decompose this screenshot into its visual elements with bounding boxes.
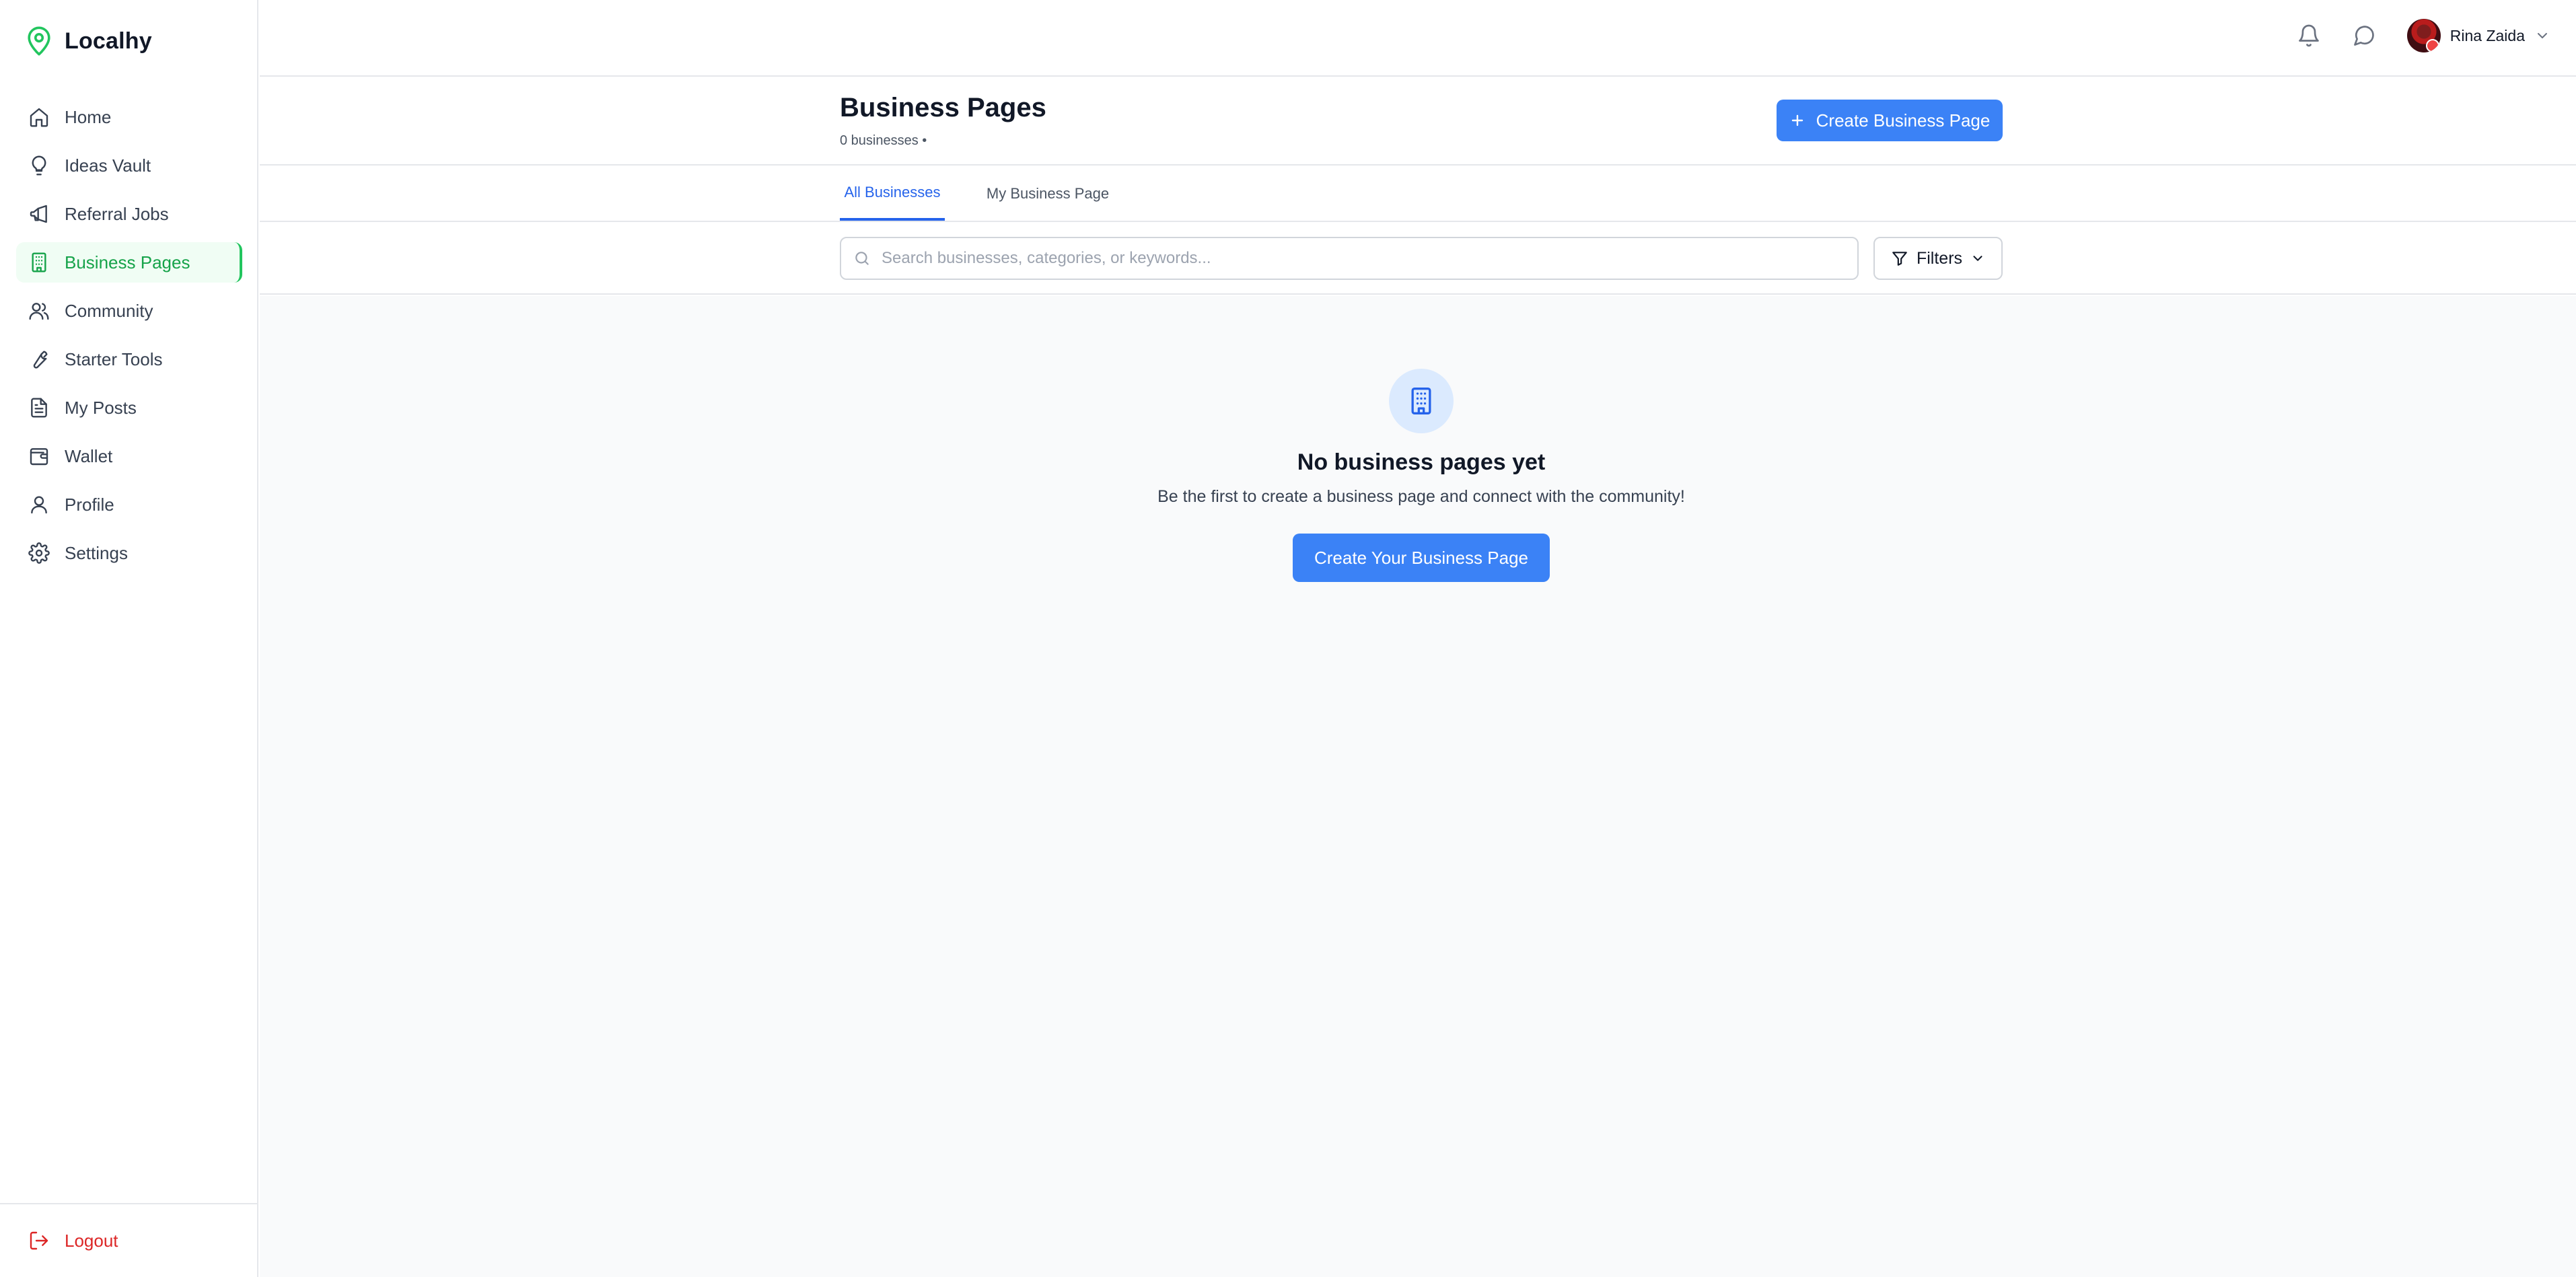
search-input[interactable] [882,240,1857,277]
map-pin-icon [26,26,52,57]
users-icon [28,300,50,322]
logout-icon [28,1230,50,1251]
sidebar-item-label: Settings [65,542,128,563]
sidebar-item-label: Starter Tools [65,349,163,369]
sidebar: Localhy Home Ideas Vault Referral Jobs B… [0,0,258,1277]
tab-all-businesses[interactable]: All Businesses [840,167,945,221]
sidebar-item-starter-tools[interactable]: Starter Tools [16,339,242,379]
sidebar-item-ideas-vault[interactable]: Ideas Vault [16,145,242,186]
building-icon [28,252,50,273]
tab-my-business-page[interactable]: My Business Page [981,167,1114,221]
filters-button[interactable]: Filters [1873,237,2003,280]
sidebar-item-label: Profile [65,494,114,515]
top-bar: Rina Zaida [260,0,2576,77]
sidebar-item-business-pages[interactable]: Business Pages [16,242,242,283]
sidebar-item-referral-jobs[interactable]: Referral Jobs [16,194,242,234]
page-title: Business Pages [840,93,1046,122]
sidebar-item-label: Wallet [65,445,113,466]
filters-label: Filters [1916,248,1963,268]
empty-state-title: No business pages yet [1297,449,1546,475]
sidebar-item-label: Ideas Vault [65,155,151,176]
sidebar-item-my-posts[interactable]: My Posts [16,388,242,428]
search-box [840,237,1859,280]
sidebar-item-label: Community [65,300,153,321]
lightbulb-icon [28,155,50,176]
avatar [2406,19,2441,52]
search-row: Filters [260,223,2576,295]
logout-button[interactable]: Logout [28,1230,118,1251]
sidebar-item-community[interactable]: Community [16,291,242,331]
page-header: Business Pages 0 businesses • Create Bus… [260,78,2576,166]
business-count: 0 businesses • [840,133,927,148]
empty-state-description: Be the first to create a business page a… [1157,487,1685,506]
logout-label: Logout [65,1230,118,1251]
user-name: Rina Zaida [2449,26,2525,44]
create-button-label: Create Business Page [1816,110,1991,131]
sidebar-item-profile[interactable]: Profile [16,484,242,525]
wallet-icon [28,445,50,467]
sidebar-item-label: Referral Jobs [65,203,169,224]
brand[interactable]: Localhy [26,26,152,57]
sidebar-nav: Home Ideas Vault Referral Jobs Business … [16,97,242,581]
filter-icon [1891,250,1908,267]
chevron-down-icon [2534,28,2550,44]
home-icon [28,106,50,128]
bell-icon[interactable] [2297,24,2321,48]
search-icon [853,250,871,267]
sidebar-item-label: Home [65,106,112,127]
create-your-business-page-button[interactable]: Create Your Business Page [1293,534,1550,582]
sidebar-item-home[interactable]: Home [16,97,242,137]
create-business-page-button[interactable]: Create Business Page [1777,100,2003,141]
tabs: All Businesses My Business Page [260,167,2576,222]
empty-state-icon-wrap [1389,369,1454,433]
sidebar-item-label: Business Pages [65,252,190,272]
plus-icon [1789,112,1805,129]
building-icon [1406,386,1436,416]
wrench-icon [28,349,50,370]
document-icon [28,397,50,418]
gear-icon [28,542,50,564]
message-icon[interactable] [2352,24,2376,48]
chevron-down-icon [1970,251,1985,266]
sidebar-divider [0,1203,257,1204]
main-content: No business pages yet Be the first to cr… [260,296,2576,1277]
user-icon [28,494,50,515]
sidebar-item-wallet[interactable]: Wallet [16,436,242,476]
megaphone-icon [28,203,50,225]
brand-name: Localhy [65,28,152,54]
top-actions: Rina Zaida [2297,19,2550,52]
sidebar-item-label: My Posts [65,397,137,418]
user-menu[interactable]: Rina Zaida [2406,19,2550,52]
sidebar-item-settings[interactable]: Settings [16,533,242,573]
